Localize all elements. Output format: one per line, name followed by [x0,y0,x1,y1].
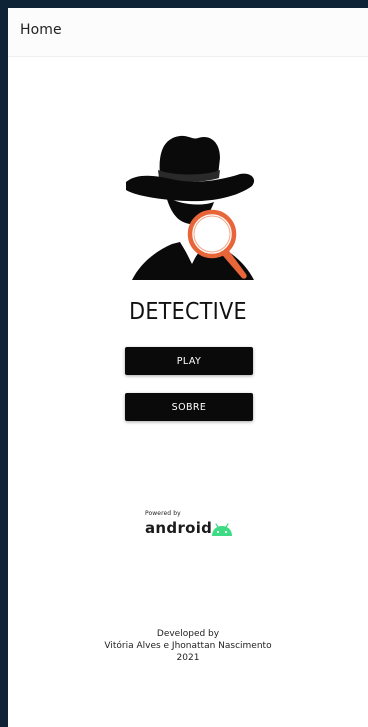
app-bar: Home [8,8,368,57]
app-title: DETECTIVE [129,299,247,325]
play-button[interactable]: PLAY [125,347,253,375]
app-screen: Home DETECTIVE PLAY SOBRE Powered by and… [8,8,368,727]
credits-developed-by: Developed by [156,629,220,639]
detective-magnifier-icon [126,135,255,280]
app-bar-title: Home [20,22,62,38]
android-wordmark: android [145,519,213,537]
android-robot-icon [212,523,232,536]
play-button-label: PLAY [176,355,202,367]
credits-year: 2021 [176,653,200,663]
sobre-button-label: SOBRE [171,401,207,413]
credits-authors: Vitória Alves e Jhonattan Nascimento [104,641,272,651]
powered-by-caption: Powered by [145,510,181,517]
credits: Developed by Vitória Alves e Jhonattan N… [8,628,368,664]
sobre-button[interactable]: SOBRE [125,393,253,421]
powered-by-android-badge: Powered by android [145,510,245,546]
